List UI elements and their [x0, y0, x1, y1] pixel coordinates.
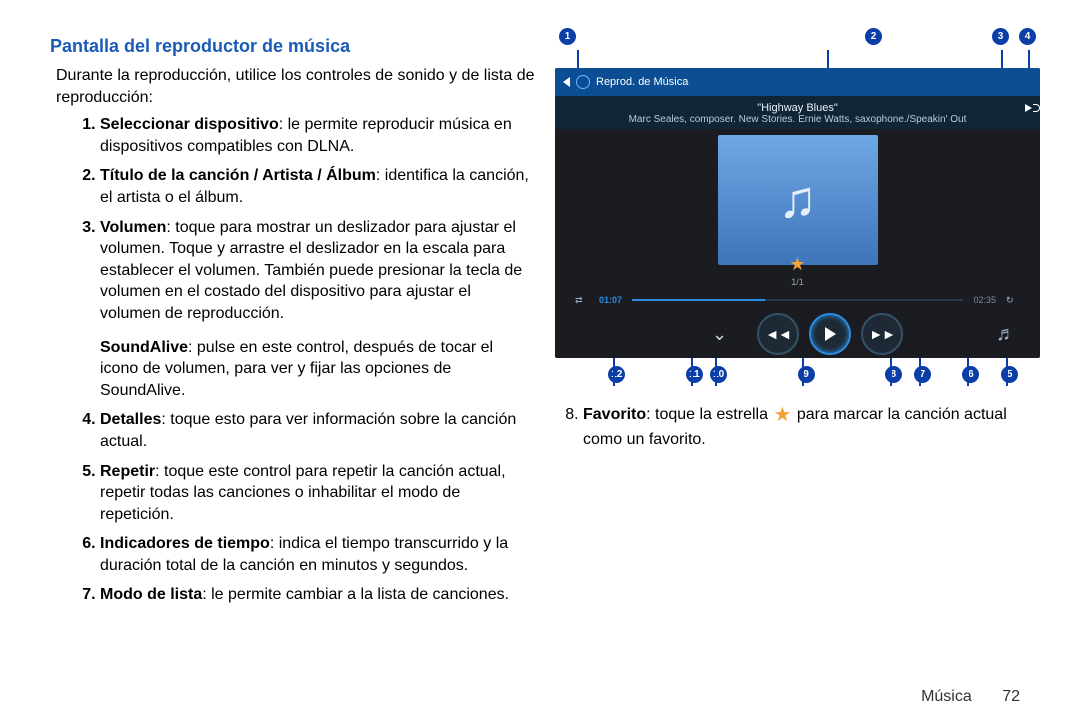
item-rest: : le permite cambiar a la lista de canci… — [202, 586, 509, 603]
item8-pre: : toque la estrella — [646, 406, 772, 423]
back-icon[interactable] — [563, 77, 570, 87]
item-lead: Seleccionar dispositivo — [100, 116, 279, 133]
footer-section: Música — [921, 688, 972, 705]
callout-7: 7 — [914, 366, 931, 383]
callout-9: 9 — [798, 366, 815, 383]
item-lead: Favorito — [583, 406, 646, 423]
next-button[interactable]: ►► — [861, 313, 903, 355]
item-rest: : toque esto para ver información sobre … — [100, 411, 516, 450]
music-player-screenshot: Reprod. de Música "Highway Blues" Marc S… — [555, 68, 1040, 358]
callout-11: 11 — [686, 366, 703, 383]
progress-bar[interactable] — [632, 299, 963, 301]
repeat-icon[interactable] — [1006, 295, 1020, 305]
section-heading: Pantalla del reproductor de música — [50, 36, 535, 57]
item-lead: Detalles — [100, 411, 161, 428]
callout-1: 1 — [559, 28, 576, 45]
callout-4: 4 — [1019, 28, 1036, 45]
callout-6: 6 — [962, 366, 979, 383]
prev-button[interactable]: ◄◄ — [757, 313, 799, 355]
album-art[interactable]: ♫ ★ — [718, 135, 878, 265]
play-button[interactable] — [809, 313, 851, 355]
shuffle-icon[interactable] — [575, 295, 589, 305]
list-mode-icon[interactable]: ♬ — [996, 323, 1016, 346]
intro-paragraph: Durante la reproducción, utilice los con… — [50, 65, 535, 108]
item-lead: Modo de lista — [100, 586, 202, 603]
feature-list-right: Favorito: toque la estrella ★ para marca… — [555, 402, 1040, 451]
callout-12: 12 — [608, 366, 625, 383]
favorite-star-icon[interactable]: ★ — [789, 254, 805, 275]
callout-5: 5 — [1001, 366, 1018, 383]
item-lead: Indicadores de tiempo — [100, 535, 270, 552]
footer-page-number: 72 — [1002, 688, 1020, 705]
callout-2: 2 — [865, 28, 882, 45]
callout-8: 8 — [885, 366, 902, 383]
feature-list: Seleccionar dispositivo: le permite repr… — [50, 114, 535, 606]
dlna-device-icon[interactable] — [576, 75, 590, 89]
time-elapsed: 01:07 — [599, 295, 622, 305]
star-icon: ★ — [772, 402, 792, 429]
music-note-icon: ♫ — [778, 170, 817, 230]
song-artist: Marc Seales, composer. New Stories. Erni… — [555, 114, 1040, 125]
callout-3: 3 — [992, 28, 1009, 45]
item-lead: SoundAlive — [100, 339, 188, 356]
item-lead: Repetir — [100, 463, 155, 480]
item-lead: Volumen — [100, 219, 166, 236]
item-lead: Título de la canción / Artista / Álbum — [100, 167, 376, 184]
chevron-down-icon[interactable]: ⌄ — [712, 324, 727, 345]
time-total: 02:35 — [973, 295, 996, 305]
volume-icon[interactable] — [1025, 104, 1032, 115]
song-title: "Highway Blues" — [555, 102, 1040, 114]
item-rest: : toque este control para repetir la can… — [100, 463, 506, 523]
callout-10: 10 — [710, 366, 727, 383]
player-title: Reprod. de Música — [596, 76, 688, 88]
page-footer: Música 72 — [921, 688, 1020, 706]
